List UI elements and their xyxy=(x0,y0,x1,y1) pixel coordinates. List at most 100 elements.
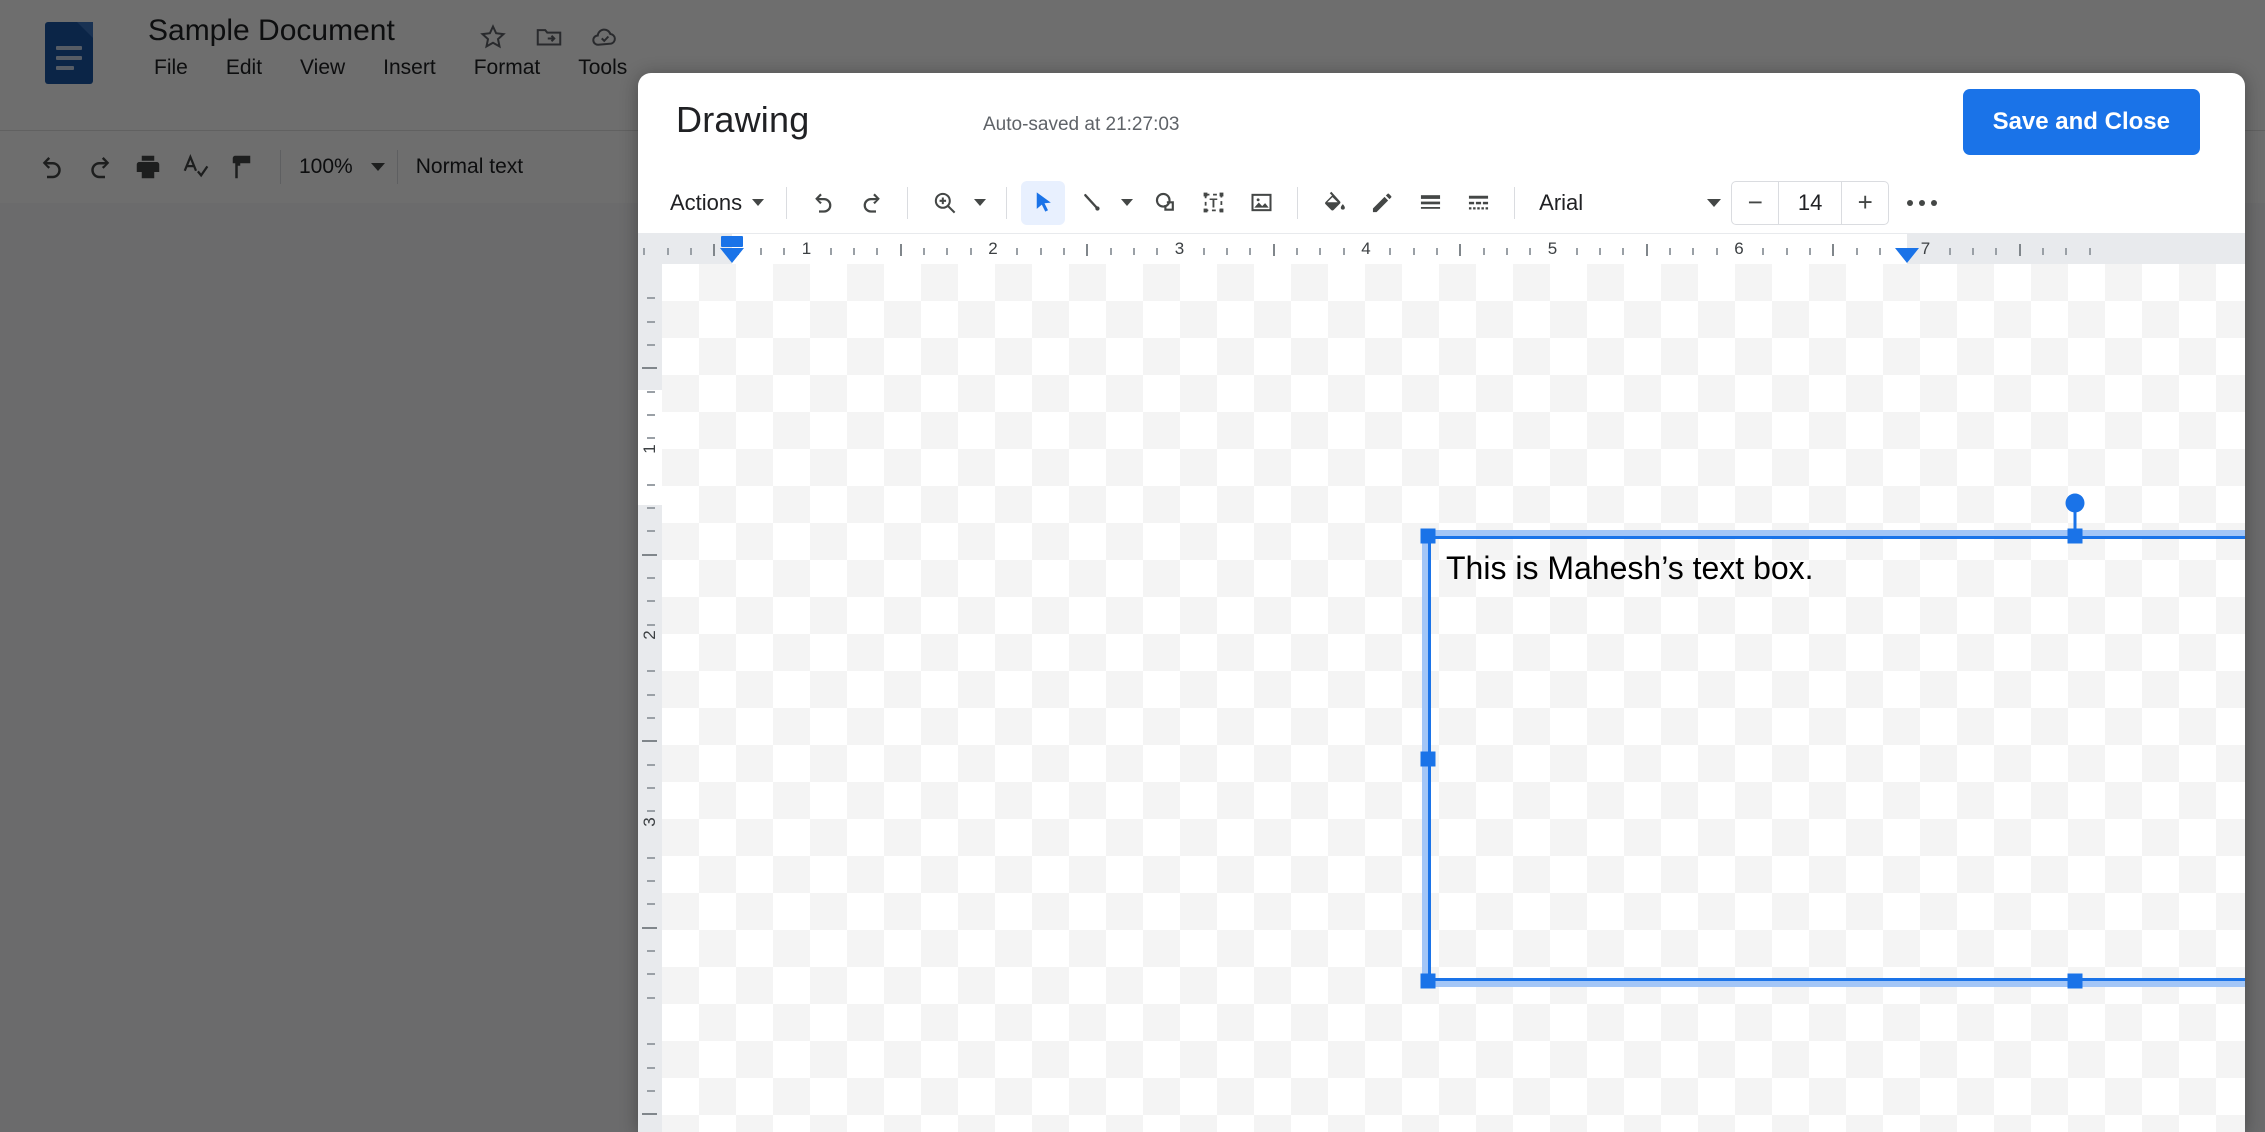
line-tool-button[interactable] xyxy=(1069,181,1113,225)
border-weight-button[interactable] xyxy=(1408,181,1452,225)
ruler-tick xyxy=(923,248,926,255)
ruler-tick xyxy=(1249,248,1252,255)
ruler-tick xyxy=(647,390,655,393)
selection-border xyxy=(1425,533,2245,984)
ruler-tick xyxy=(1995,248,1998,255)
ruler-tick xyxy=(1296,248,1299,255)
font-size-increase-button[interactable]: + xyxy=(1842,182,1888,224)
image-tool-icon xyxy=(1251,193,1272,212)
ruler-tick xyxy=(1389,248,1392,255)
ruler-number: 2 xyxy=(640,630,659,640)
ruler-tick xyxy=(1669,248,1672,255)
ruler-tick xyxy=(1342,248,1345,255)
toolbar-divider xyxy=(786,186,788,219)
ruler-tick xyxy=(1132,248,1135,255)
ruler-tick xyxy=(1622,248,1625,255)
font-size-stepper: − 14 + xyxy=(1731,180,1890,225)
ruler-tick xyxy=(647,810,655,813)
first-line-indent-handle[interactable] xyxy=(720,236,743,247)
ruler-tick xyxy=(1505,248,1508,255)
left-indent-handle[interactable] xyxy=(719,248,744,263)
undo-icon xyxy=(814,193,832,213)
ruler-tick xyxy=(1529,248,1532,255)
resize-handle-w[interactable] xyxy=(1420,751,1436,766)
font-size-value[interactable]: 14 xyxy=(1778,181,1843,224)
undo-button[interactable] xyxy=(801,181,845,225)
zoom-chevron-down-icon[interactable] xyxy=(974,199,987,206)
drawing-dialog-header: Drawing Auto-saved at 21:27:03 Save and … xyxy=(638,73,2245,172)
ruler-tick xyxy=(829,248,832,255)
ruler-tick xyxy=(647,996,655,999)
ruler-tick xyxy=(647,903,655,906)
ruler-tick xyxy=(1435,248,1438,255)
text-box-tool-button[interactable]: T xyxy=(1191,181,1235,225)
resize-handle-nw[interactable] xyxy=(1420,528,1436,544)
ruler-tick xyxy=(647,950,655,953)
font-size-decrease-button[interactable]: − xyxy=(1732,182,1778,224)
zoom-button[interactable] xyxy=(922,181,966,225)
text-box-shape[interactable]: This is Mahesh’s text box. xyxy=(1420,493,2245,989)
ruler-tick xyxy=(647,786,655,789)
redo-button[interactable] xyxy=(849,181,893,225)
ruler-tick xyxy=(647,973,655,976)
line-tool-chevron-down-icon[interactable] xyxy=(1121,199,1134,206)
ruler-tick xyxy=(1086,244,1089,256)
ruler-tick xyxy=(647,483,655,486)
shape-tool-button[interactable] xyxy=(1143,181,1187,225)
ruler-tick xyxy=(647,670,655,673)
toolbar-divider xyxy=(907,186,909,219)
ruler-tick xyxy=(1599,248,1602,255)
text-box-content[interactable]: This is Mahesh’s text box. xyxy=(1446,550,1814,587)
ruler-tick xyxy=(689,248,692,255)
ruler-tick xyxy=(647,577,655,580)
select-tool-button[interactable] xyxy=(1021,180,1066,225)
ruler-tick xyxy=(2018,244,2021,256)
more-dot xyxy=(1907,199,1914,206)
redo-icon xyxy=(863,193,880,213)
ruler-tick xyxy=(647,623,655,626)
ruler-tick xyxy=(1785,248,1788,255)
font-family-select[interactable]: Arial xyxy=(1539,190,1722,216)
ruler-tick xyxy=(647,507,655,510)
ruler-tick xyxy=(1109,248,1112,255)
ruler-tick xyxy=(647,437,655,440)
ruler-tick xyxy=(1715,248,1718,255)
ruler-tick xyxy=(642,367,657,370)
right-indent-handle[interactable] xyxy=(1894,248,1919,263)
select-tool-icon xyxy=(1036,192,1051,212)
ruler-tick xyxy=(1039,248,1042,255)
ruler-tick xyxy=(1016,248,1019,255)
fill-color-button[interactable] xyxy=(1312,181,1356,225)
more-options-button[interactable] xyxy=(1899,181,1945,225)
ruler-tick xyxy=(1459,244,1462,256)
ruler-tick xyxy=(643,248,646,255)
resize-handle-sw[interactable] xyxy=(1420,973,1436,989)
border-dash-button[interactable] xyxy=(1456,181,1500,225)
zoom-icon xyxy=(934,192,955,214)
ruler-tick xyxy=(853,248,856,255)
font-chevron-down-icon xyxy=(1707,198,1722,207)
vertical-ruler[interactable]: 1 2 3 xyxy=(638,264,662,1132)
ruler-tick xyxy=(1412,248,1415,255)
border-color-button[interactable] xyxy=(1360,181,1404,225)
ruler-tick xyxy=(647,880,655,883)
ruler-tick xyxy=(647,716,655,719)
ruler-tick xyxy=(1692,248,1695,255)
actions-menu-button[interactable]: Actions xyxy=(664,181,772,225)
ruler-tick xyxy=(2042,248,2045,255)
ruler-tick xyxy=(2065,248,2068,255)
save-and-close-button[interactable]: Save and Close xyxy=(1962,89,2200,155)
ruler-tick xyxy=(1832,244,1835,256)
toolbar-divider xyxy=(1297,186,1299,219)
ruler-number: 3 xyxy=(1174,239,1185,258)
image-tool-button[interactable] xyxy=(1239,181,1283,225)
drawing-toolbar: Actions T Arial − 14 + xyxy=(638,172,2245,234)
resize-handle-n[interactable] xyxy=(2067,528,2082,544)
resize-handle-s[interactable] xyxy=(2067,973,2082,989)
ruler-tick xyxy=(666,248,669,255)
autosave-status: Auto-saved at 21:27:03 xyxy=(983,114,1180,135)
ruler-tick xyxy=(647,530,655,533)
drawing-canvas[interactable]: This is Mahesh’s text box. xyxy=(662,264,2245,1132)
horizontal-ruler[interactable]: 1 2 3 4 5 6 7 xyxy=(638,234,2245,264)
ruler-tick xyxy=(1762,248,1765,255)
